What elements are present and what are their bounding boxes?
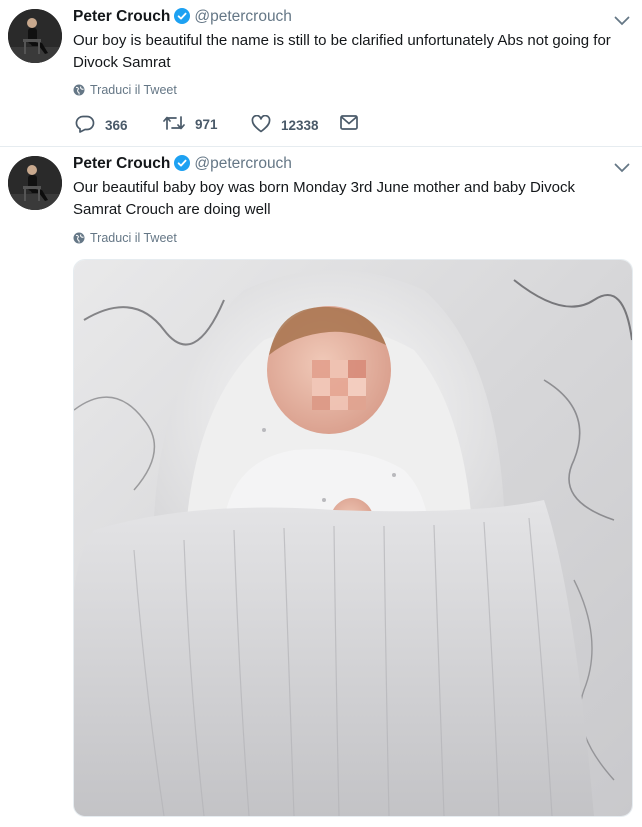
author-name[interactable]: Peter Crouch: [73, 155, 170, 172]
translate-tweet-link[interactable]: Traduci il Tweet: [73, 83, 177, 99]
message-icon: [340, 115, 368, 133]
globe-icon: [73, 232, 85, 247]
reply-button[interactable]: 366: [75, 115, 128, 136]
retweet-button[interactable]: 971: [163, 115, 218, 134]
baby-photo-image: [74, 260, 632, 816]
tweet-header: Peter Crouch @petercrouch: [73, 8, 292, 28]
like-icon: [251, 114, 281, 136]
reply-count: 366: [105, 118, 128, 133]
tweet-header: Peter Crouch @petercrouch: [73, 155, 292, 175]
globe-icon: [73, 84, 85, 99]
avatar[interactable]: [8, 9, 62, 63]
verified-badge-icon: [174, 155, 191, 176]
tweet-photo[interactable]: [73, 259, 633, 817]
tweet[interactable]: Peter Crouch @petercrouch Our boy is beau…: [0, 0, 642, 147]
author-handle[interactable]: @petercrouch: [194, 155, 292, 172]
avatar[interactable]: [8, 156, 62, 210]
like-count: 12338: [281, 118, 319, 133]
translate-label: Traduci il Tweet: [90, 83, 177, 97]
translate-tweet-link[interactable]: Traduci il Tweet: [73, 231, 177, 247]
retweet-icon: [163, 115, 195, 134]
verified-badge-icon: [174, 8, 191, 29]
chevron-down-icon[interactable]: [614, 160, 630, 173]
tweet-text: Our boy is beautiful the name is still t…: [73, 32, 611, 71]
tweet-text: Our beautiful baby boy was born Monday 3…: [73, 179, 575, 218]
author-name[interactable]: Peter Crouch: [73, 8, 170, 25]
direct-message-button[interactable]: [340, 115, 368, 133]
chevron-down-icon[interactable]: [614, 13, 630, 26]
translate-label: Traduci il Tweet: [90, 231, 177, 245]
reply-icon: [75, 115, 105, 136]
author-handle[interactable]: @petercrouch: [194, 8, 292, 25]
tweet[interactable]: Peter Crouch @petercrouch Our beautiful b…: [0, 147, 642, 827]
retweet-count: 971: [195, 117, 218, 132]
like-button[interactable]: 12338: [251, 114, 319, 136]
